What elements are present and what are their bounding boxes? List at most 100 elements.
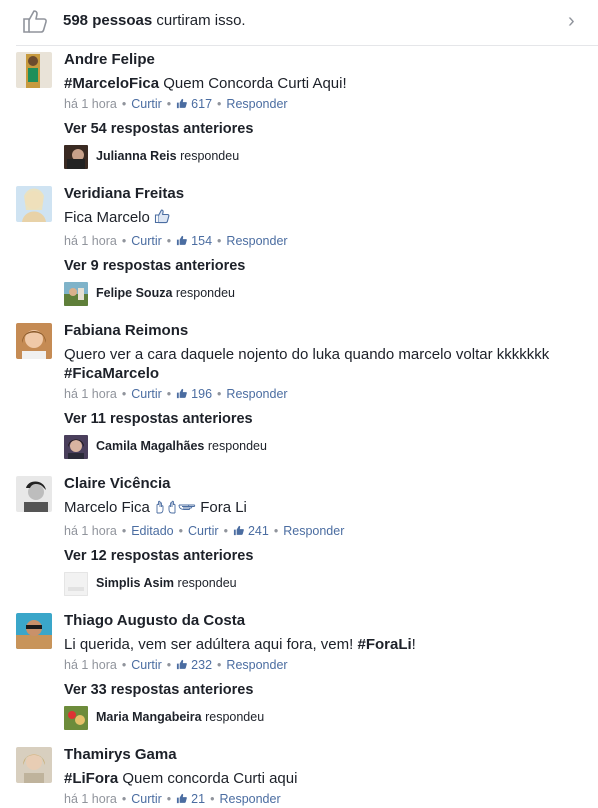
like-button[interactable]: Curtir xyxy=(188,524,219,538)
replier-name[interactable]: Felipe Souza xyxy=(96,286,172,300)
thumbs-up-icon xyxy=(154,209,170,224)
reply-button[interactable]: Responder xyxy=(226,97,287,111)
avatar[interactable] xyxy=(16,476,52,512)
hashtag[interactable]: #ForaLi xyxy=(357,636,411,653)
comment-body: Quero ver a cara daquele nojento do luka… xyxy=(64,346,550,363)
replied-label: respondeu xyxy=(207,439,267,453)
reply-button[interactable]: Responder xyxy=(283,524,344,538)
view-previous-replies[interactable]: Ver 33 respostas anteriores xyxy=(64,682,253,698)
reply-button[interactable]: Responder xyxy=(226,387,287,401)
comment-author[interactable]: Claire Vicência xyxy=(64,475,170,492)
comment-body: Li querida, vem ser adúltera aqui fora, … xyxy=(64,636,358,653)
comment-text: Quero ver a cara daquele nojento do luka… xyxy=(64,345,584,383)
comment-text: Marcelo Fica Fora Li xyxy=(64,498,584,517)
comment-author[interactable]: Thamirys Gama xyxy=(64,746,177,763)
comment-body: Marcelo Fica xyxy=(64,499,150,516)
reply-text: Simplis Asim respondeu xyxy=(96,576,237,590)
timestamp: há 1 hora xyxy=(64,658,117,672)
avatar[interactable] xyxy=(64,572,88,596)
pointing-hand-icon xyxy=(178,504,196,510)
comment-author[interactable]: Veridiana Freitas xyxy=(64,185,184,202)
reply-text: Felipe Souza respondeu xyxy=(96,286,235,300)
edited-label[interactable]: Editado xyxy=(131,524,173,538)
comment-meta: há 1 hora • Curtir • 154 • Responder xyxy=(64,234,288,248)
like-count[interactable]: 154 xyxy=(191,234,212,248)
comment-text: #LiFora Quem concorda Curti aqui xyxy=(64,769,584,788)
hashtag[interactable]: #FicaMarcelo xyxy=(64,365,159,382)
timestamp: há 1 hora xyxy=(64,234,117,248)
comment-body: Fica Marcelo xyxy=(64,209,150,226)
comment-body-suffix: Fora Li xyxy=(200,499,247,516)
thumbs-up-icon xyxy=(177,98,188,109)
avatar[interactable] xyxy=(16,186,52,222)
reply-button[interactable]: Responder xyxy=(219,792,280,806)
reply-text: Camila Magalhães respondeu xyxy=(96,439,267,453)
view-previous-replies[interactable]: Ver 11 respostas anteriores xyxy=(64,411,253,427)
comment-author[interactable]: Thiago Augusto da Costa xyxy=(64,612,245,629)
thumbs-up-icon xyxy=(177,793,188,804)
comment-text: #MarceloFica Quem Concorda Curti Aqui! xyxy=(64,74,584,93)
reply-text: Julianna Reis respondeu xyxy=(96,149,239,163)
view-previous-replies[interactable]: Ver 12 respostas anteriores xyxy=(64,548,253,564)
thumbs-up-icon xyxy=(177,388,188,399)
likes-summary-bar[interactable]: 598 pessoas curtiram isso. › xyxy=(0,0,598,42)
avatar[interactable] xyxy=(64,435,88,459)
comment-meta: há 1 hora • Curtir • 196 • Responder xyxy=(64,387,288,401)
avatar[interactable] xyxy=(16,613,52,649)
pointing-hand-icon xyxy=(156,500,164,514)
timestamp: há 1 hora xyxy=(64,97,117,111)
avatar[interactable] xyxy=(64,706,88,730)
comment-meta: há 1 hora • Curtir • 21 • Responder xyxy=(64,792,281,806)
avatar[interactable] xyxy=(16,323,52,359)
thumbs-up-icon xyxy=(23,10,47,33)
like-count[interactable]: 232 xyxy=(191,658,212,672)
replied-label: respondeu xyxy=(175,286,235,300)
replied-label: respondeu xyxy=(177,576,237,590)
replier-name[interactable]: Camila Magalhães xyxy=(96,439,204,453)
chevron-right-icon[interactable]: › xyxy=(568,10,575,33)
avatar[interactable] xyxy=(16,52,52,88)
thumbs-up-icon xyxy=(177,659,188,670)
replied-label: respondeu xyxy=(180,149,240,163)
reply-button[interactable]: Responder xyxy=(226,658,287,672)
comment-body: Quem Concorda Curti Aqui! xyxy=(159,75,347,92)
thumbs-up-icon xyxy=(177,235,188,246)
like-button[interactable]: Curtir xyxy=(131,658,162,672)
like-count[interactable]: 617 xyxy=(191,97,212,111)
comment-meta: há 1 hora • Curtir • 232 • Responder xyxy=(64,658,288,672)
timestamp: há 1 hora xyxy=(64,387,117,401)
reply-button[interactable]: Responder xyxy=(226,234,287,248)
view-previous-replies[interactable]: Ver 54 respostas anteriores xyxy=(64,121,253,137)
comment-text: Li querida, vem ser adúltera aqui fora, … xyxy=(64,635,584,654)
like-count[interactable]: 241 xyxy=(248,524,269,538)
comment-meta: há 1 hora • Editado • Curtir • 241 • Responder xyxy=(64,524,345,538)
avatar[interactable] xyxy=(16,747,52,783)
avatar[interactable] xyxy=(64,282,88,306)
like-button[interactable]: Curtir xyxy=(131,387,162,401)
pointing-hand-icon xyxy=(168,500,176,514)
comment-body-suffix: ! xyxy=(411,636,416,653)
hashtag[interactable]: #LiFora xyxy=(64,770,118,787)
replier-name[interactable]: Julianna Reis xyxy=(96,149,177,163)
reply-text: Maria Mangabeira respondeu xyxy=(96,710,264,724)
replier-name[interactable]: Simplis Asim xyxy=(96,576,174,590)
likes-summary-text: 598 pessoas curtiram isso. xyxy=(63,12,246,29)
timestamp: há 1 hora xyxy=(64,524,117,538)
likes-suffix: curtiram isso. xyxy=(156,12,246,29)
replied-label: respondeu xyxy=(205,710,265,724)
view-previous-replies[interactable]: Ver 9 respostas anteriores xyxy=(64,258,245,274)
timestamp: há 1 hora xyxy=(64,792,117,806)
comment-text: Fica Marcelo xyxy=(64,208,584,227)
comment-author[interactable]: Fabiana Reimons xyxy=(64,322,188,339)
hashtag[interactable]: #MarceloFica xyxy=(64,75,159,92)
thumbs-up-icon xyxy=(233,525,244,536)
comment-author[interactable]: Andre Felipe xyxy=(64,51,155,68)
like-button[interactable]: Curtir xyxy=(131,234,162,248)
like-count[interactable]: 196 xyxy=(191,387,212,401)
like-count[interactable]: 21 xyxy=(191,792,205,806)
like-button[interactable]: Curtir xyxy=(131,97,162,111)
like-button[interactable]: Curtir xyxy=(131,792,162,806)
replier-name[interactable]: Maria Mangabeira xyxy=(96,710,202,724)
likes-count: 598 pessoas xyxy=(63,12,153,29)
avatar[interactable] xyxy=(64,145,88,169)
